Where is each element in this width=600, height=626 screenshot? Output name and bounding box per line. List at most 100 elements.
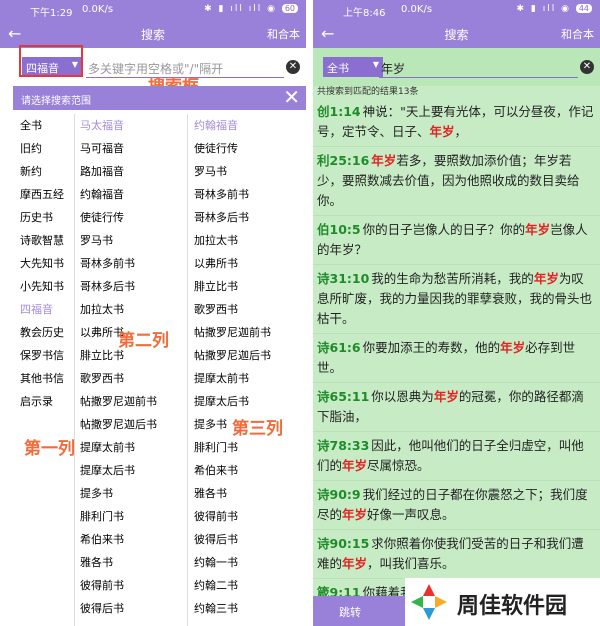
page-title: 搜索 xyxy=(140,28,165,42)
scope-item[interactable]: 歌罗西书 xyxy=(80,367,157,390)
scope-item[interactable]: 使徒行传 xyxy=(194,137,271,160)
scope-item[interactable]: 约翰三书 xyxy=(194,597,271,620)
scope-item[interactable]: 马太福音 xyxy=(80,114,157,137)
scope-item[interactable]: 约翰一书 xyxy=(194,551,271,574)
scope-item[interactable]: 歌罗西书 xyxy=(194,298,271,321)
jump-button[interactable]: 跳转 xyxy=(339,604,361,620)
scope-item[interactable]: 保罗书信 xyxy=(20,344,64,367)
scope-column-2: 马太福音 马可福音 路加福音 约翰福音 使徒行传 罗马书 哥林多前书 哥林多后书 加拉太书 以弗所… xyxy=(80,114,157,620)
scope-item[interactable]: 马可福音 xyxy=(80,137,157,160)
column-divider xyxy=(187,114,188,626)
scope-item[interactable]: 彼得后书 xyxy=(80,597,157,620)
scope-item[interactable]: 旧约 xyxy=(20,137,64,160)
scope-item[interactable]: 腓立比书 xyxy=(194,275,271,298)
scope-item[interactable]: 彼得前书 xyxy=(80,574,157,597)
scope-item[interactable]: 约翰福音 xyxy=(80,183,157,206)
scope-label: 全书 xyxy=(327,62,349,75)
result-text-pre: 你的日子岂像人的日子？你的 xyxy=(362,222,526,237)
scope-item[interactable]: 历史书 xyxy=(20,206,64,229)
scope-item[interactable]: 路加福音 xyxy=(80,160,157,183)
result-keyword: 年岁 xyxy=(371,153,397,168)
scope-item[interactable]: 帖撒罗尼迦后书 xyxy=(80,413,157,436)
result-item[interactable]: 诗78:33 因此，他叫他们的日子全归虚空，叫他们的年岁尽属惊恐。 xyxy=(313,432,600,481)
status-icons: ✱ ▮ ıll ◉ 44 xyxy=(517,4,592,14)
result-item[interactable]: 伯10:5 你的日子岂像人的日子？你的年岁岂像人的年岁？ xyxy=(313,216,600,265)
battery-icon: 60 xyxy=(281,4,298,13)
scope-item[interactable]: 大先知书 xyxy=(20,252,64,275)
scope-item[interactable]: 提摩太后书 xyxy=(80,459,157,482)
scope-item[interactable]: 新约 xyxy=(20,160,64,183)
scope-item[interactable]: 诗歌智慧 xyxy=(20,229,64,252)
version-button[interactable]: 和合本 xyxy=(561,26,594,42)
scope-item[interactable]: 罗马书 xyxy=(80,229,157,252)
search-row: 全书 ▼ 年岁 ✕ xyxy=(313,48,600,86)
result-item[interactable]: 诗61:6 你要加添王的寿数，他的年岁必存到世世。 xyxy=(313,334,600,383)
annotation-box xyxy=(19,45,83,77)
status-bar: 上午8:46 0.0K/s ✱ ▮ ıll ◉ 44 xyxy=(313,0,600,20)
scope-dropdown[interactable]: 全书 ▼ xyxy=(323,57,383,77)
result-item[interactable]: 诗90:15 求你照着你使我们受苦的日子和我们遭难的年岁，叫我们喜乐。 xyxy=(313,530,600,579)
result-reference: 诗31:10 xyxy=(317,271,370,286)
battery-icon: 44 xyxy=(575,4,592,13)
result-text-post: 好像一声叹息。 xyxy=(367,507,455,522)
title-bar: ← 搜索 和合本 xyxy=(0,20,306,48)
scope-item[interactable]: 约翰福音 xyxy=(194,114,271,137)
scope-item[interactable]: 提摩太后书 xyxy=(194,390,271,413)
left-phone-screen: 下午1:29 0.0K/s ✱ ▮ ıll ıll ◉ 60 ← 搜索 和合本 … xyxy=(0,0,306,626)
result-item[interactable]: 诗65:11 你以恩典为年岁的冠冕，你的路径都滴下脂油， xyxy=(313,383,600,432)
result-reference: 利25:16 xyxy=(317,153,370,168)
result-reference: 诗90:15 xyxy=(317,536,370,551)
scope-item[interactable]: 哥林多后书 xyxy=(80,275,157,298)
scope-item[interactable]: 提摩太前书 xyxy=(80,436,157,459)
scope-item[interactable]: 腓利门书 xyxy=(80,505,157,528)
scope-item[interactable]: 加拉太书 xyxy=(194,229,271,252)
scope-item[interactable]: 小先知书 xyxy=(20,275,64,298)
result-reference: 诗65:11 xyxy=(317,389,370,404)
result-text-post: ， xyxy=(454,124,468,139)
scope-item[interactable]: 加拉太书 xyxy=(80,298,157,321)
scope-item[interactable]: 其他书信 xyxy=(20,367,64,390)
result-item[interactable]: 诗90:9 我们经过的日子都在你震怒之下；我们度尽的年岁好像一声叹息。 xyxy=(313,481,600,530)
clear-icon[interactable]: ✕ xyxy=(286,60,300,74)
version-button[interactable]: 和合本 xyxy=(267,26,300,42)
result-keyword: 年岁 xyxy=(342,458,368,473)
scope-item[interactable]: 教会历史 xyxy=(20,321,64,344)
scope-item[interactable]: 使徒行传 xyxy=(80,206,157,229)
scope-item[interactable]: 四福音 xyxy=(20,298,64,321)
scope-item[interactable]: 彼得前书 xyxy=(194,505,271,528)
scope-item[interactable]: 哥林多后书 xyxy=(194,206,271,229)
clear-icon[interactable]: ✕ xyxy=(580,60,594,74)
result-item[interactable]: 利25:16 年岁若多，要照数加添价值；年岁若少，要照数减去价值，因为他照收成的数… xyxy=(313,147,600,216)
scope-item[interactable]: 帖撒罗尼迦前书 xyxy=(194,321,271,344)
scope-item[interactable]: 帖撒罗尼迦后书 xyxy=(194,344,271,367)
scope-item[interactable]: 以弗所书 xyxy=(194,252,271,275)
result-reference: 诗61:6 xyxy=(317,340,361,355)
scope-item[interactable]: 哥林多前书 xyxy=(194,183,271,206)
annotation-column-3: 第三列 xyxy=(232,419,283,439)
result-item[interactable]: 创1:14 神说："天上要有光体，可以分昼夜，作记号，定节令、日子、年岁， xyxy=(313,98,600,147)
result-text-pre: 你要加添王的寿数，他的 xyxy=(362,340,501,355)
result-item[interactable]: 诗31:10 我的生命为愁苦所消耗，我的年岁为叹息所旷废，我的力量因我的罪孽衰败，… xyxy=(313,265,600,334)
result-reference: 创1:14 xyxy=(317,104,361,119)
scope-item[interactable]: 全书 xyxy=(20,114,64,137)
scope-item[interactable]: 彼得后书 xyxy=(194,528,271,551)
scope-item[interactable]: 腓利门书 xyxy=(194,436,271,459)
scope-item[interactable]: 提摩太前书 xyxy=(194,367,271,390)
scope-item[interactable]: 罗马书 xyxy=(194,160,271,183)
scope-item[interactable]: 约翰二书 xyxy=(194,574,271,597)
scope-item[interactable]: 希伯来书 xyxy=(80,528,157,551)
logo-icon xyxy=(411,584,447,620)
result-keyword: 年岁 xyxy=(533,271,559,286)
scope-item[interactable]: 帖撒罗尼迦前书 xyxy=(80,390,157,413)
search-input[interactable]: 年岁 xyxy=(379,58,578,78)
scope-item[interactable]: 启示录 xyxy=(20,390,64,413)
scope-item[interactable]: 摩西五经 xyxy=(20,183,64,206)
scope-item[interactable]: 希伯来书 xyxy=(194,459,271,482)
scope-item[interactable]: 提多书 xyxy=(80,482,157,505)
result-reference: 诗90:9 xyxy=(317,487,361,502)
scope-item[interactable]: 哥林多前书 xyxy=(80,252,157,275)
scope-item[interactable]: 雅各书 xyxy=(194,482,271,505)
screenshot-composite: 下午1:29 0.0K/s ✱ ▮ ıll ıll ◉ 60 ← 搜索 和合本 … xyxy=(0,0,600,626)
close-icon[interactable]: ✕ xyxy=(283,86,300,108)
scope-item[interactable]: 雅各书 xyxy=(80,551,157,574)
